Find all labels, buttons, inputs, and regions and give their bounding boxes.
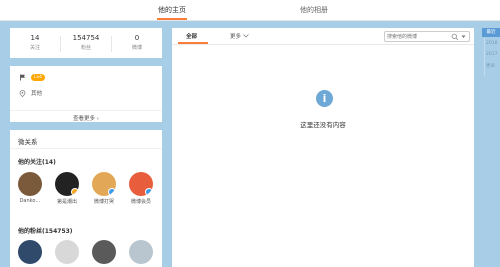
feed-tab-more-label: 更多 <box>230 34 242 40</box>
avatar <box>55 172 79 196</box>
tab-home[interactable]: 他的主页 <box>158 5 186 15</box>
profile-tab-bar: 他的主页 他的相册 <box>0 0 500 21</box>
location-pin-icon <box>18 89 26 97</box>
following-avatar-item[interactable]: Danko… <box>14 172 46 204</box>
avatar <box>55 240 79 264</box>
followers-count: 154754 <box>72 34 100 42</box>
feed-search <box>384 31 470 42</box>
see-more-link[interactable]: 查看更多 › <box>10 110 162 122</box>
avatar <box>129 240 153 264</box>
relations-card: 微关系 他的关注(14) Danko… 第是潮出 微博打哭 微博会员 他的粉丝(… <box>10 130 162 267</box>
avatar-name: 微博打哭 <box>93 199 114 205</box>
timeline-item[interactable]: 2017 <box>486 52 497 57</box>
relations-title: 微关系 <box>18 138 38 146</box>
following-count: 14 <box>30 34 40 42</box>
following-section-title[interactable]: 他的关注(14) <box>18 157 56 166</box>
location-row: 其他 <box>18 88 42 98</box>
follower-avatar-item[interactable] <box>51 240 83 264</box>
timeline-label[interactable]: 最近 <box>482 28 500 37</box>
feed-card: 全部 更多 i 这里还没有内容 <box>172 28 474 267</box>
timeline-line <box>484 38 485 76</box>
following-avatar-item[interactable]: 第是潮出 <box>51 172 83 205</box>
stat-followers[interactable]: 154754 粉丝 <box>61 28 111 58</box>
location-text: 其他 <box>31 91 43 97</box>
avatar <box>92 172 116 196</box>
level-row: Lv4 <box>18 72 46 82</box>
timeline-nav: 最近 2018 2017 更早 <box>482 28 500 78</box>
tab-album[interactable]: 他的相册 <box>300 5 328 15</box>
level-badge[interactable]: Lv4 <box>31 73 46 81</box>
profile-info-card: Lv4 其他 查看更多 › <box>10 66 162 122</box>
flag-icon <box>18 73 26 81</box>
chevron-down-icon <box>243 34 249 40</box>
divider <box>10 148 162 149</box>
verified-badge-icon <box>145 188 153 196</box>
search-icon[interactable] <box>451 33 459 43</box>
follower-avatar-item[interactable] <box>88 240 120 264</box>
empty-state-text: 这里还没有内容 <box>300 121 346 129</box>
posts-count: 0 <box>134 34 140 42</box>
avatar <box>92 240 116 264</box>
stat-following[interactable]: 14 关注 <box>10 28 60 58</box>
search-input[interactable] <box>387 32 449 41</box>
followers-section-title[interactable]: 他的粉丝(154753) <box>18 226 73 235</box>
active-tab-indicator <box>157 18 187 20</box>
caret-down-icon[interactable] <box>461 34 466 41</box>
info-icon: i <box>316 90 333 107</box>
feed-tab-all[interactable]: 全部 <box>186 32 197 40</box>
feed-separator <box>172 44 474 45</box>
followers-label: 粉丝 <box>80 45 91 51</box>
avatar <box>129 172 153 196</box>
posts-label: 微博 <box>131 45 142 51</box>
following-avatar-item[interactable]: 微博会员 <box>125 172 157 205</box>
verified-badge-icon <box>71 188 79 196</box>
follower-avatar-item[interactable] <box>125 240 157 264</box>
avatar <box>18 240 42 264</box>
stat-posts[interactable]: 0 微博 <box>112 28 162 58</box>
timeline-item[interactable]: 更早 <box>486 63 495 69</box>
timeline-item[interactable]: 2018 <box>486 41 497 46</box>
avatar-name: 第是潮出 <box>56 199 77 205</box>
stats-card: 14 关注 154754 粉丝 0 微博 <box>10 28 162 58</box>
avatar-name: Danko… <box>19 198 41 204</box>
following-label: 关注 <box>29 45 40 51</box>
verified-badge-icon <box>108 188 116 196</box>
following-avatar-item[interactable]: 微博打哭 <box>88 172 120 205</box>
avatar-name: 微博会员 <box>130 199 151 205</box>
feed-tab-more[interactable]: 更多 <box>230 32 249 40</box>
follower-avatar-item[interactable] <box>14 240 46 264</box>
avatar <box>18 172 42 196</box>
